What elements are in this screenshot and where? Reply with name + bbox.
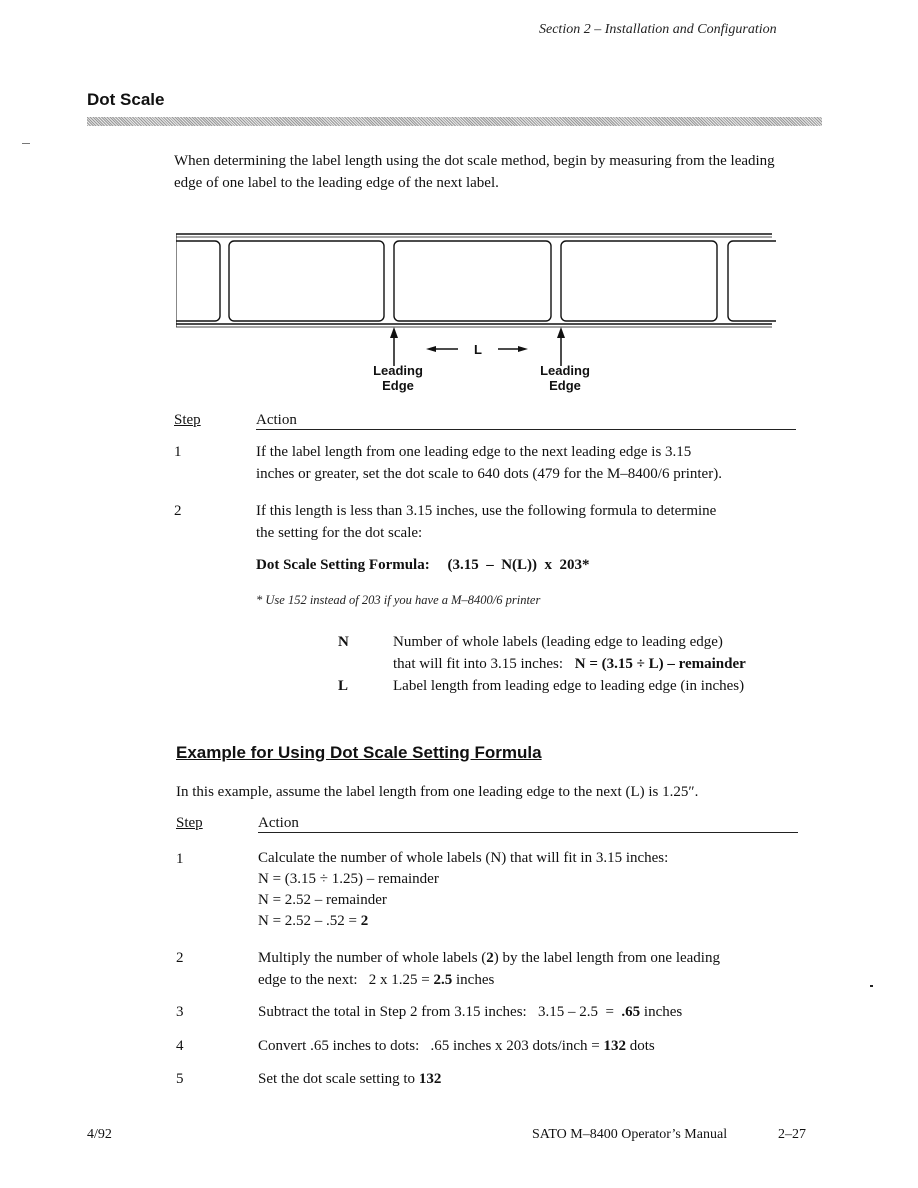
- example-result: 2: [360, 913, 369, 929]
- example-step-number: 1: [176, 851, 184, 867]
- step-action-line: If this length is less than 3.15 inches,…: [256, 503, 717, 519]
- example-step-action: Calculate the number of whole labels (N)…: [258, 848, 803, 932]
- footer-page-number: 2–27: [778, 1127, 806, 1142]
- example-result: 132: [603, 1038, 627, 1054]
- example-text: Set the dot scale setting to: [258, 1071, 419, 1087]
- step-action: If this length is less than 3.15 inches,…: [256, 500, 801, 544]
- formula-expression: (3.15 – N(L)) x 203*: [447, 557, 590, 573]
- definition-n: Number of whole labels (leading edge to …: [393, 631, 813, 675]
- example-text: Convert .65 inches to dots: .65 inches x…: [258, 1038, 604, 1054]
- leading-edge-arrow-right: [557, 327, 565, 366]
- example-text: Subtract the total in Step 2 from 3.15 i…: [258, 1004, 622, 1020]
- example-value: 2: [486, 950, 494, 966]
- step-action: If the label length from one leading edg…: [256, 441, 801, 485]
- example-text: inches: [640, 1004, 683, 1020]
- example-line: N = 2.52 – .52 = 2: [258, 911, 803, 932]
- label-strip-diagram: L Leading Edge Leading Edge: [176, 233, 776, 393]
- action-column-header: Action: [256, 412, 297, 428]
- definition-key-n: N: [338, 634, 349, 650]
- definition-formula: N = (3.15 ÷ L) – remainder: [574, 656, 746, 672]
- leading-edge-label-left: Leading: [373, 363, 423, 378]
- definition-l: Label length from leading edge to leadin…: [393, 678, 745, 694]
- example-line: N = (3.15 ÷ 1.25) – remainder: [258, 871, 439, 887]
- liner-strip: [176, 233, 772, 328]
- leading-edge-label-right-2: Edge: [549, 378, 581, 393]
- example-text: Multiply the number of whole labels (: [258, 950, 487, 966]
- example-line: Calculate the number of whole labels (N)…: [258, 850, 669, 866]
- example-result: 2.5: [433, 972, 453, 988]
- step-action-line: the setting for the dot scale:: [256, 525, 423, 541]
- example-step-action: Multiply the number of whole labels (2) …: [258, 947, 803, 991]
- intro-paragraph: When determining the label length using …: [174, 153, 775, 191]
- step-action-line: inches or greater, set the dot scale to …: [256, 466, 722, 482]
- example-step-number: 4: [176, 1038, 184, 1054]
- label-2: [393, 240, 552, 322]
- step-number: 2: [174, 503, 182, 519]
- example-action-header: Action: [258, 815, 299, 831]
- length-arrow-right: [498, 346, 528, 352]
- section-title: Dot Scale: [87, 90, 165, 109]
- example-result: 132: [418, 1071, 442, 1087]
- step-column-header: Step: [174, 412, 201, 428]
- example-action-rule: [258, 832, 798, 833]
- example-line: edge to the next: 2 x 1.25 = 2.5 inches: [258, 969, 803, 991]
- label-partial-left: [176, 240, 221, 322]
- length-arrow-left: [426, 346, 458, 352]
- label-1: [228, 240, 385, 322]
- scan-mark: [870, 985, 873, 987]
- margin-mark: [22, 143, 30, 144]
- definition-line: Number of whole labels (leading edge to …: [393, 634, 723, 650]
- example-step-header: Step: [176, 815, 203, 831]
- definition-text: that will fit into 3.15 inches:: [393, 656, 563, 672]
- label-partial-right: [727, 240, 776, 322]
- leading-edge-arrow-left: [390, 327, 398, 366]
- dot-scale-formula: Dot Scale Setting Formula: (3.15 – N(L))…: [256, 557, 590, 574]
- length-label: L: [474, 342, 482, 357]
- formula-label: Dot Scale Setting Formula:: [256, 557, 430, 573]
- running-head: Section 2 – Installation and Configurati…: [539, 22, 777, 37]
- example-step-action: Set the dot scale setting to 132: [258, 1068, 803, 1090]
- definition-line: that will fit into 3.15 inches: N = (3.1…: [393, 653, 813, 675]
- example-line: N = 2.52 – remainder: [258, 892, 387, 908]
- example-step-number: 3: [176, 1004, 184, 1020]
- example-step-action: Subtract the total in Step 2 from 3.15 i…: [258, 1001, 803, 1023]
- step-action-line: If the label length from one leading edg…: [256, 444, 692, 460]
- label-3: [560, 240, 718, 322]
- leading-edge-label-left-2: Edge: [382, 378, 414, 393]
- example-text: dots: [626, 1038, 655, 1054]
- formula-footnote: * Use 152 instead of 203 if you have a M…: [256, 593, 541, 607]
- action-header-rule: [256, 429, 796, 430]
- footer-date: 4/92: [87, 1127, 112, 1142]
- example-line: Multiply the number of whole labels (2) …: [258, 947, 803, 969]
- example-result: .65: [621, 1004, 641, 1020]
- example-text: inches: [452, 972, 495, 988]
- footer-manual-title: SATO M–8400 Operator’s Manual: [532, 1127, 728, 1142]
- example-title: Example for Using Dot Scale Setting Form…: [176, 743, 542, 762]
- example-text: edge to the next: 2 x 1.25 =: [258, 972, 434, 988]
- leading-edge-label-right: Leading: [540, 363, 590, 378]
- example-text: ) by the label length from one leading: [493, 950, 720, 966]
- example-step-number: 5: [176, 1071, 184, 1087]
- definition-key-l: L: [338, 678, 349, 694]
- example-step-action: Convert .65 inches to dots: .65 inches x…: [258, 1035, 803, 1057]
- example-step-number: 2: [176, 950, 184, 966]
- step-number: 1: [174, 444, 182, 460]
- example-intro: In this example, assume the label length…: [176, 784, 699, 800]
- section-divider: [87, 117, 822, 126]
- example-text: N = 2.52 – .52 =: [258, 913, 361, 929]
